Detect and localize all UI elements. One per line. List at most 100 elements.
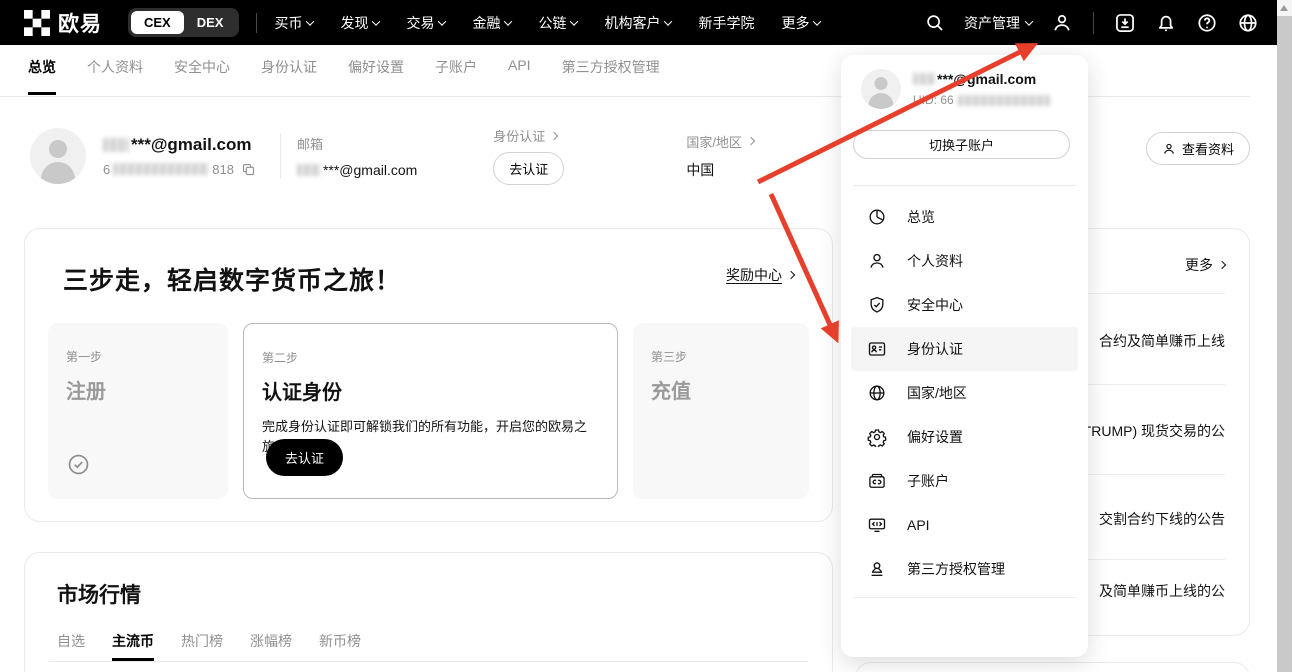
menu-item-trade[interactable]: 交易 bbox=[406, 13, 445, 33]
top-nav-bar: 欧易 CEX DEX 买币 发现 交易 金融 公链 机构客户 新手学院 更多 资… bbox=[0, 0, 1277, 45]
chevron-down-icon bbox=[438, 17, 446, 25]
view-profile-button[interactable]: 查看资料 bbox=[1146, 132, 1250, 165]
go-verify-button[interactable]: 去认证 bbox=[266, 439, 343, 476]
dropdown-divider bbox=[853, 597, 1076, 598]
market-divider bbox=[49, 661, 808, 662]
chevron-right-icon bbox=[747, 137, 755, 145]
dropdown-item-identity[interactable]: 身份认证 bbox=[851, 327, 1078, 371]
onboarding-steps: 第一步 注册 第二步 认证身份 完成身份认证即可解锁我们的所有功能，开启您的欧易… bbox=[48, 323, 809, 499]
market-tab-mainstream[interactable]: 主流币 bbox=[112, 631, 154, 661]
step-title: 充值 bbox=[651, 375, 791, 404]
announcement-item[interactable]: 及简单赚币上线的公 bbox=[1099, 581, 1225, 601]
toggle-dex[interactable]: DEX bbox=[184, 11, 237, 34]
market-card: 市场行情 自选 主流币 热门榜 涨幅榜 新币榜 名称 最新价 涨跌幅 bbox=[24, 552, 833, 672]
redacted-email-prefix bbox=[913, 73, 935, 85]
help-icon[interactable] bbox=[1196, 12, 1218, 34]
dropdown-item-subaccount[interactable]: 子账户 bbox=[841, 459, 1088, 503]
dropdown-divider bbox=[853, 185, 1076, 186]
tab-api[interactable]: API bbox=[508, 57, 531, 95]
dropdown-uid: UID: 66 bbox=[913, 93, 1050, 107]
chevron-down-icon bbox=[1025, 17, 1033, 25]
subaccount-icon bbox=[867, 471, 887, 491]
step-deposit-card: 第三步 充值 bbox=[633, 323, 809, 499]
dropdown-item-third-party[interactable]: 第三方授权管理 bbox=[841, 547, 1088, 591]
menu-item-finance[interactable]: 金融 bbox=[472, 13, 511, 33]
verify-identity-button[interactable]: 去认证 bbox=[493, 152, 564, 185]
step-verify-card: 第二步 认证身份 完成身份认证即可解锁我们的所有功能，开启您的欧易之旅。 去认证 bbox=[243, 323, 618, 499]
menu-item-academy[interactable]: 新手学院 bbox=[698, 13, 754, 33]
switch-subaccount-button[interactable]: 切换子账户 bbox=[853, 130, 1070, 159]
redacted-uid bbox=[958, 95, 1050, 106]
overview-icon bbox=[867, 207, 887, 227]
step-tag: 第一步 bbox=[66, 348, 210, 365]
page-scrollbar[interactable] bbox=[1277, 0, 1292, 672]
market-tab-favorites[interactable]: 自选 bbox=[57, 631, 85, 661]
banner-title: 三步走，轻启数字货币之旅！ bbox=[63, 261, 792, 297]
dropdown-item-api[interactable]: API bbox=[841, 503, 1088, 547]
market-tab-hot[interactable]: 热门榜 bbox=[181, 631, 223, 661]
menu-item-more[interactable]: 更多 bbox=[781, 13, 820, 33]
dropdown-item-profile[interactable]: 个人资料 bbox=[841, 239, 1088, 283]
announcement-item[interactable]: TRUMP) 现货交易的公 bbox=[1083, 421, 1225, 441]
tab-subaccount[interactable]: 子账户 bbox=[435, 57, 477, 95]
market-tabs: 自选 主流币 热门榜 涨幅榜 新币榜 bbox=[57, 631, 800, 661]
announcement-item[interactable]: 交割合约下线的公告 bbox=[1099, 509, 1225, 529]
chevron-right-icon bbox=[550, 131, 558, 139]
account-user-icon[interactable] bbox=[1051, 12, 1073, 34]
reward-center-link[interactable]: 奖励中心 bbox=[726, 265, 794, 285]
email-value: ***@gmail.com bbox=[297, 162, 417, 178]
avatar bbox=[861, 69, 901, 109]
chevron-right-icon bbox=[1218, 261, 1226, 269]
shield-check-icon bbox=[867, 295, 887, 315]
assets-label: 资产管理 bbox=[964, 13, 1020, 33]
email-label: 邮箱 bbox=[297, 134, 417, 153]
nav-divider bbox=[1093, 12, 1094, 34]
step-title: 认证身份 bbox=[262, 376, 599, 405]
redacted-uid bbox=[113, 163, 209, 175]
profile-uid: 6 818 bbox=[103, 162, 256, 177]
dropdown-menu: 总览 个人资料 安全中心 身份认证 国家/地区 偏好设置 bbox=[841, 195, 1088, 591]
announcements-more-link[interactable]: 更多 bbox=[1185, 255, 1225, 275]
download-app-icon[interactable] bbox=[1114, 12, 1136, 34]
menu-item-institutional[interactable]: 机构客户 bbox=[604, 13, 671, 33]
kyc-field: 身份认证 去认证 bbox=[493, 126, 564, 185]
toggle-cex[interactable]: CEX bbox=[131, 11, 184, 34]
chevron-down-icon bbox=[306, 17, 314, 25]
scrollbar-thumb[interactable] bbox=[1277, 16, 1292, 672]
dropdown-item-security[interactable]: 安全中心 bbox=[841, 283, 1088, 327]
dropdown-item-region[interactable]: 国家/地区 bbox=[841, 371, 1088, 415]
step-tag: 第三步 bbox=[651, 348, 791, 365]
language-globe-icon[interactable] bbox=[1237, 12, 1259, 34]
scrollbar-up-arrow[interactable] bbox=[1280, 5, 1288, 11]
notifications-bell-icon[interactable] bbox=[1155, 12, 1177, 34]
tab-security[interactable]: 安全中心 bbox=[174, 57, 230, 95]
dropdown-item-preferences[interactable]: 偏好设置 bbox=[841, 415, 1088, 459]
okx-logo[interactable]: 欧易 bbox=[24, 8, 102, 38]
chevron-down-icon bbox=[570, 17, 578, 25]
tab-identity[interactable]: 身份认证 bbox=[261, 57, 317, 95]
tab-overview[interactable]: 总览 bbox=[28, 57, 56, 95]
copy-icon[interactable] bbox=[241, 162, 256, 177]
dropdown-item-overview[interactable]: 总览 bbox=[841, 195, 1088, 239]
region-label[interactable]: 国家/地区 bbox=[686, 132, 754, 151]
cex-dex-toggle: CEX DEX bbox=[128, 8, 239, 37]
tab-profile[interactable]: 个人资料 bbox=[87, 57, 143, 95]
chevron-down-icon bbox=[504, 17, 512, 25]
tab-preferences[interactable]: 偏好设置 bbox=[348, 57, 404, 95]
check-circle-icon bbox=[66, 452, 91, 477]
search-icon[interactable] bbox=[924, 12, 945, 33]
kyc-label[interactable]: 身份认证 bbox=[493, 126, 564, 145]
assets-management-menu[interactable]: 资产管理 bbox=[964, 13, 1032, 33]
account-section-tabs: 总览 个人资料 安全中心 身份认证 偏好设置 子账户 API 第三方授权管理 bbox=[28, 57, 660, 95]
menu-item-discover[interactable]: 发现 bbox=[340, 13, 379, 33]
logout-button[interactable]: 退出登录 bbox=[841, 658, 1088, 672]
menu-item-buy[interactable]: 买币 bbox=[274, 13, 313, 33]
stamp-icon bbox=[867, 559, 887, 579]
market-tab-new[interactable]: 新币榜 bbox=[319, 631, 361, 661]
announcement-item[interactable]: 合约及简单赚币上线 bbox=[1099, 331, 1225, 351]
menu-item-chain[interactable]: 公链 bbox=[538, 13, 577, 33]
profile-summary: ***@gmail.com 6 818 邮箱 ***@gmail.com 身份认… bbox=[30, 126, 754, 185]
tab-third-party[interactable]: 第三方授权管理 bbox=[562, 57, 660, 95]
market-tab-gainers[interactable]: 涨幅榜 bbox=[250, 631, 292, 661]
profile-identity: ***@gmail.com 6 818 bbox=[103, 135, 256, 177]
